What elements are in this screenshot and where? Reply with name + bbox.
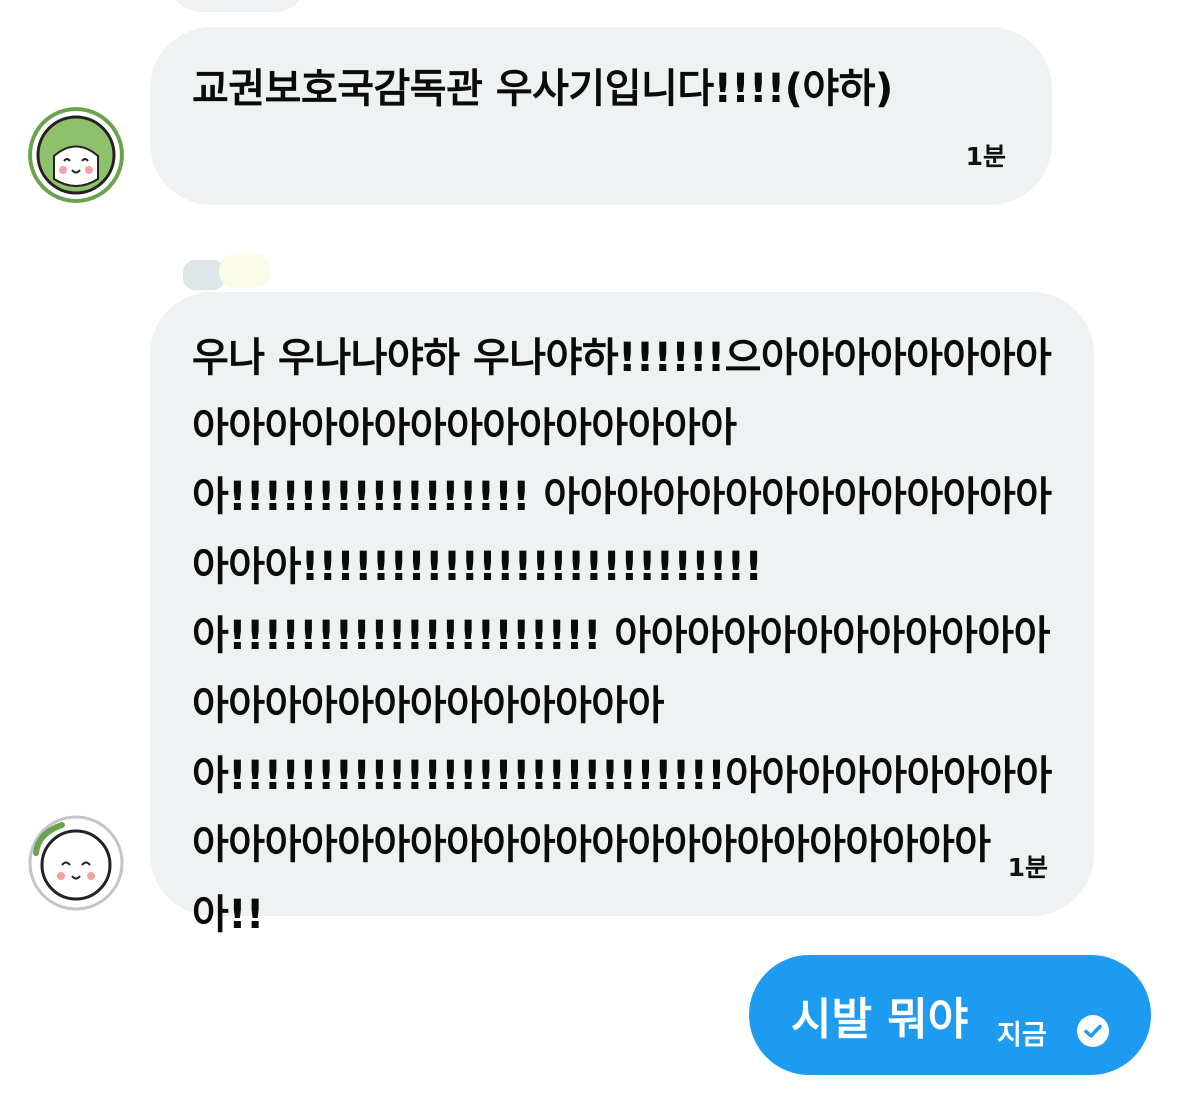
sent-message-timestamp: 지금: [997, 1020, 1047, 1051]
message-timestamp: 1분: [965, 142, 1006, 171]
sent-message-bubble[interactable]: 시발 뭐야 지금: [749, 955, 1151, 1075]
message-bubble[interactable]: 우나 우나나야하 우나야하!!!!!!으아아아아아아아아아아아아아아아아아아아아…: [150, 292, 1094, 938]
message-bubble-fragment: [168, 0, 308, 12]
sent-message-text: 시발 뭐야: [791, 994, 969, 1045]
seen-check-icon: [1077, 1015, 1109, 1047]
message-text: 교권보호국감독관 우사기입니다!!!!(야하): [192, 66, 893, 112]
message-bubble[interactable]: 교권보호국감독관 우사기입니다!!!!(야하) 1분: [150, 27, 1052, 205]
chiikawa-usagi-avatar-icon: [28, 107, 124, 203]
message-text: 우나 우나나야하 우나야하!!!!!!으아아아아아아아아아아아아아아아아아아아아…: [192, 335, 1052, 938]
blurred-sender-name: [183, 254, 271, 290]
message-timestamp: 1분: [1007, 853, 1048, 882]
chiikawa-usagi-avatar-icon: [28, 815, 124, 911]
avatar[interactable]: [28, 107, 124, 203]
avatar[interactable]: [28, 815, 124, 911]
